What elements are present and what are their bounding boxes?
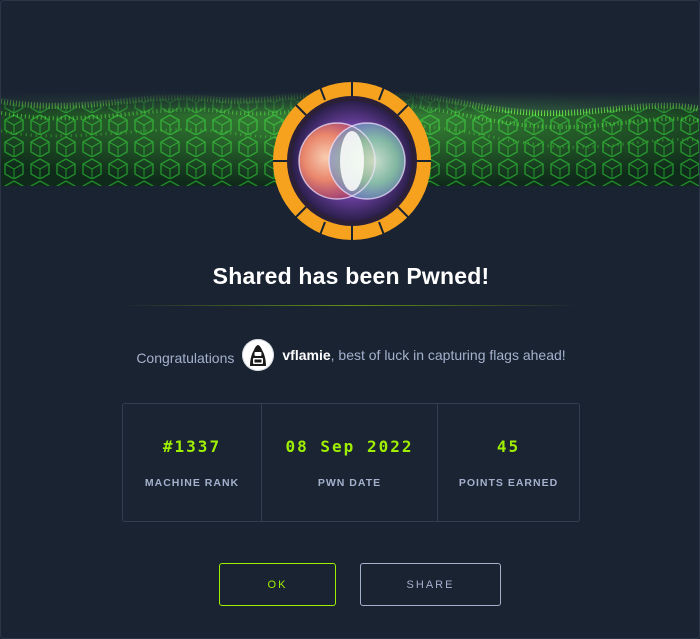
congrats-tail: , best of luck in capturing flags ahead! <box>330 347 566 363</box>
stats-panel: #1337 MACHINE RANK 08 Sep 2022 PWN DATE … <box>122 403 580 522</box>
congrats-lead: Congratulations <box>136 350 235 366</box>
pwned-dialog: Shared has been Pwned! Congratulations v… <box>0 0 700 639</box>
pwned-title: Shared has been Pwned! <box>212 263 490 289</box>
pwn-date-value: 08 Sep 2022 <box>285 437 414 456</box>
username-link[interactable]: vflamie <box>282 347 330 363</box>
ok-button[interactable]: OK <box>219 563 336 606</box>
points-earned-label: POINTS EARNED <box>458 477 559 489</box>
machine-badge-icon <box>273 82 431 240</box>
machine-rank-value: #1337 <box>162 437 222 456</box>
machine-rank-stat: #1337 MACHINE RANK <box>123 404 261 521</box>
title-divider <box>121 305 581 306</box>
hacker-avatar-icon <box>242 339 275 371</box>
user-avatar[interactable] <box>242 339 275 371</box>
points-earned-stat: 45 POINTS EARNED <box>438 404 579 521</box>
congratulations-message: Congratulations vflamie , best of luck i… <box>1 337 699 373</box>
points-earned-value: 45 <box>496 437 521 456</box>
share-button[interactable]: SHARE <box>360 563 501 606</box>
pwn-date-stat: 08 Sep 2022 PWN DATE <box>262 404 437 521</box>
pwn-date-label: PWN DATE <box>317 477 382 489</box>
machine-rank-label: MACHINE RANK <box>144 477 240 489</box>
